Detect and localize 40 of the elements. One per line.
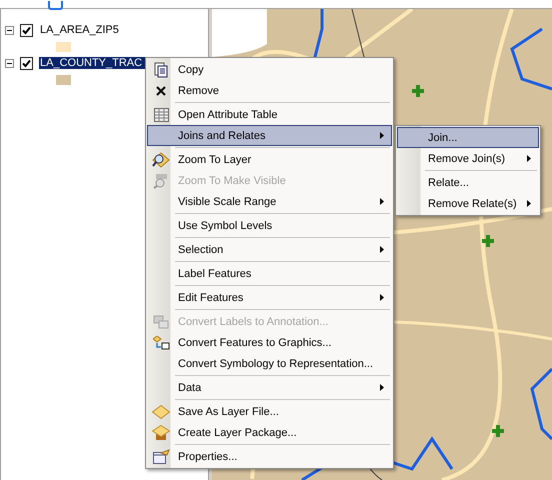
menu-item[interactable]: Open Attribute Table — [147, 104, 392, 125]
collapse-icon[interactable] — [5, 58, 14, 68]
diamond-icon — [152, 404, 170, 418]
checkbox[interactable] — [20, 24, 33, 36]
menu-item[interactable]: Remove — [147, 80, 392, 101]
submenu-arrow-icon — [380, 246, 384, 253]
properties-icon — [152, 449, 170, 464]
menu-item[interactable]: Relate... — [397, 172, 539, 193]
menu-item[interactable]: Data — [147, 377, 392, 398]
submenu-arrow-icon — [380, 198, 384, 205]
menu-item[interactable]: Convert Features to Graphics... — [147, 332, 392, 353]
magnifier-icon — [152, 152, 170, 168]
convert-graphics-icon — [152, 336, 170, 350]
menu-item[interactable]: Visible Scale Range — [147, 191, 392, 212]
menu-item[interactable]: Label Features — [147, 263, 392, 284]
menu-item[interactable]: Join... — [397, 127, 539, 148]
menu-item[interactable]: Convert Symbology to Representation... — [147, 353, 392, 374]
submenu-arrow-icon — [527, 155, 531, 162]
menu-item[interactable]: Selection — [147, 239, 392, 260]
collapse-icon[interactable] — [5, 26, 14, 34]
menu-item[interactable]: Joins and Relates — [147, 125, 392, 146]
submenu-arrow-icon — [380, 294, 384, 301]
menu-item[interactable]: Zoom To Layer — [147, 149, 392, 170]
checkbox[interactable] — [20, 56, 33, 70]
menu-item[interactable]: Remove Relate(s) — [397, 193, 539, 214]
menu-item[interactable]: Save As Layer File... — [147, 401, 392, 422]
zoom-visible-icon — [153, 172, 169, 188]
close-icon — [156, 86, 166, 96]
menu-item[interactable]: Properties... — [147, 446, 392, 467]
submenu-arrow-icon — [380, 384, 384, 391]
menu-item[interactable]: Edit Features — [147, 287, 392, 308]
menu-item[interactable]: Use Symbol Levels — [147, 215, 392, 236]
menu-item[interactable]: Remove Join(s) — [397, 148, 539, 169]
layer-name[interactable]: LA_AREA_ZIP5 — [39, 24, 120, 36]
menu-item[interactable]: Create Layer Package... — [147, 422, 392, 443]
package-icon — [152, 424, 170, 440]
table-icon — [154, 108, 168, 122]
clipboard-icon — [154, 62, 168, 78]
submenu-arrow-icon — [380, 132, 384, 139]
submenu-arrow-icon — [527, 200, 531, 207]
